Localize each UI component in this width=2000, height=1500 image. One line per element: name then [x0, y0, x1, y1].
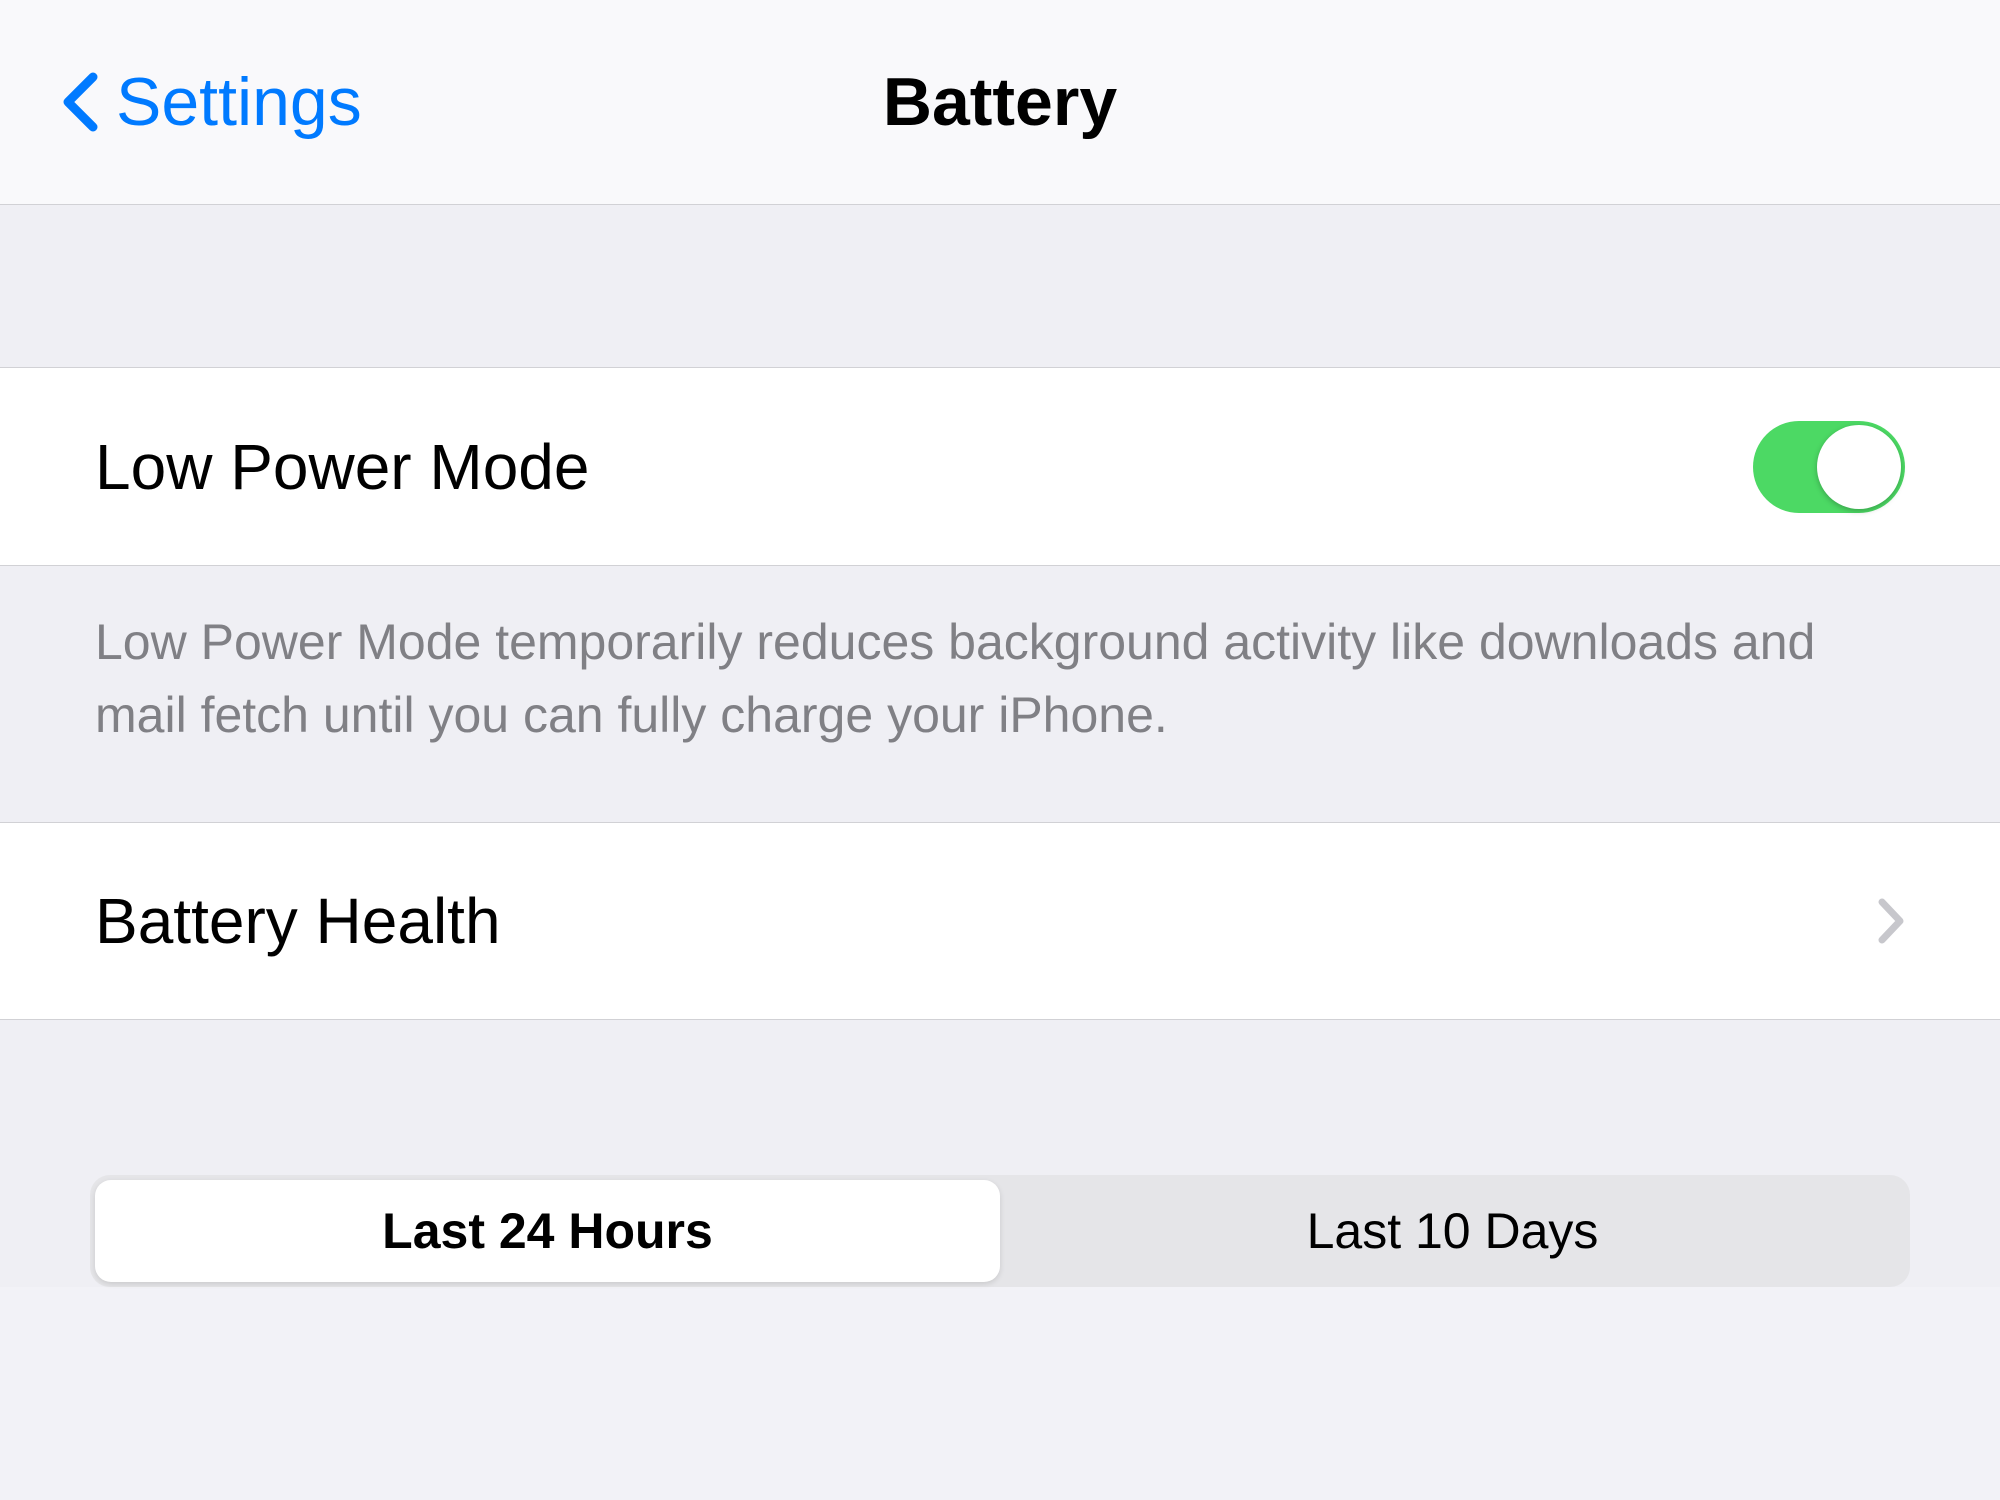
segment-label: Last 24 Hours: [382, 1202, 713, 1260]
segment-label: Last 10 Days: [1307, 1202, 1599, 1260]
segment-last-24-hours[interactable]: Last 24 Hours: [95, 1180, 1000, 1282]
low-power-mode-row: Low Power Mode: [0, 368, 2000, 566]
chevron-right-icon: [1877, 897, 1905, 945]
battery-health-label: Battery Health: [95, 884, 501, 958]
segment-last-10-days[interactable]: Last 10 Days: [1000, 1180, 1905, 1282]
back-button[interactable]: Settings: [60, 63, 362, 141]
section-spacer: [0, 1020, 2000, 1175]
low-power-mode-description: Low Power Mode temporarily reduces backg…: [0, 566, 2000, 806]
section-spacer: [0, 205, 2000, 368]
low-power-mode-toggle[interactable]: [1753, 421, 1905, 513]
segmented-control-container: Last 24 Hours Last 10 Days: [0, 1175, 2000, 1287]
back-label: Settings: [116, 63, 362, 141]
toggle-knob: [1817, 425, 1901, 509]
battery-health-row[interactable]: Battery Health: [0, 822, 2000, 1020]
chevron-left-icon: [60, 71, 98, 133]
page-title: Battery: [883, 63, 1117, 141]
section-spacer: [0, 806, 2000, 822]
navigation-bar: Settings Battery: [0, 0, 2000, 205]
time-range-segmented-control: Last 24 Hours Last 10 Days: [90, 1175, 1910, 1287]
low-power-mode-label: Low Power Mode: [95, 430, 589, 504]
